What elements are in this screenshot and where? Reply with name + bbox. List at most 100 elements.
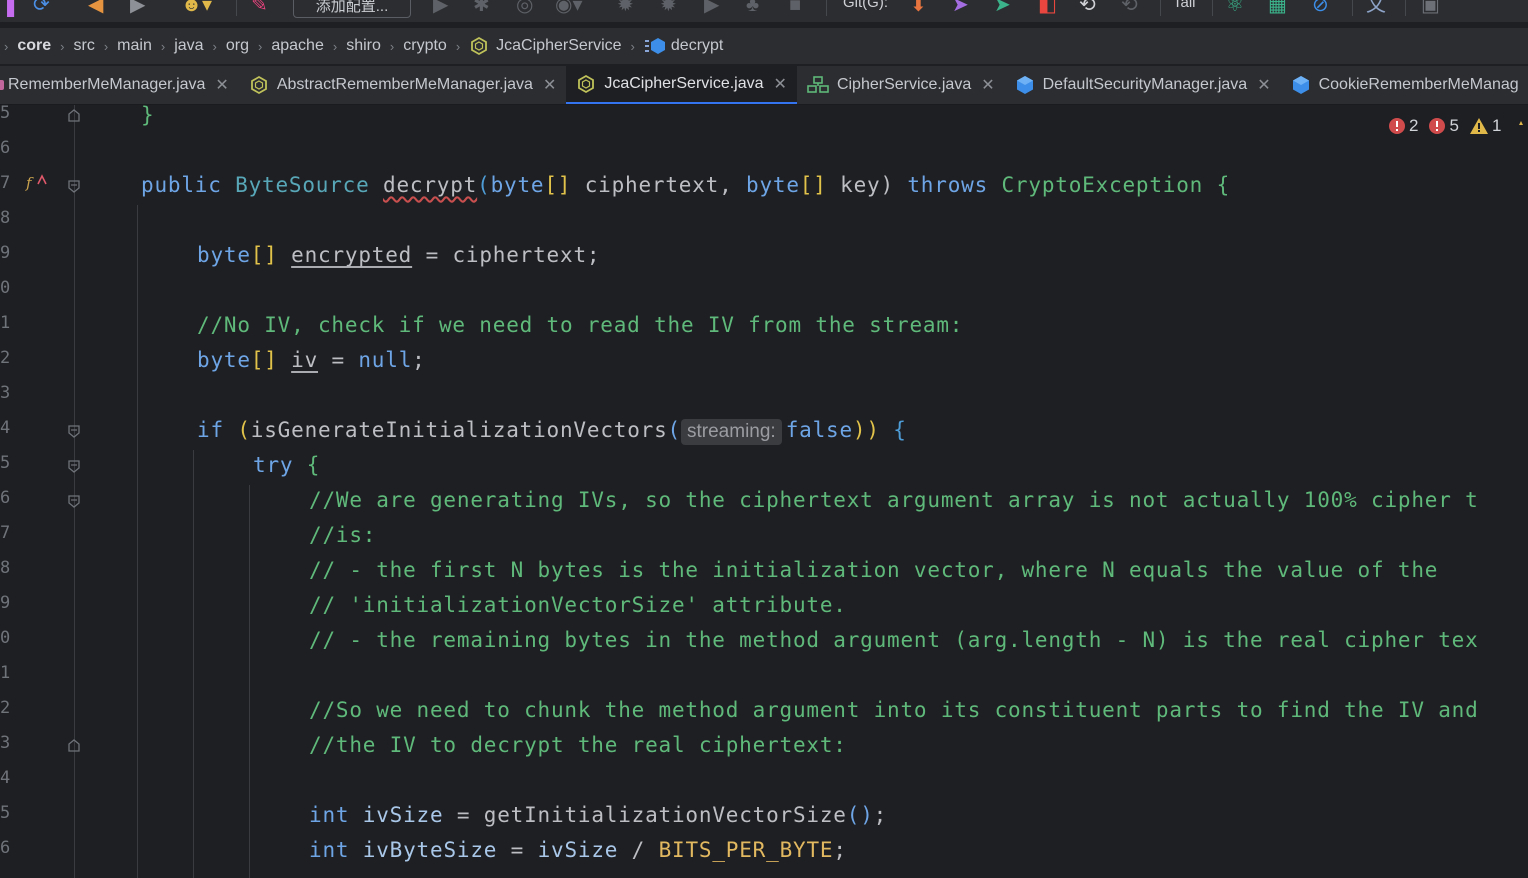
close-icon[interactable]: ✕: [215, 75, 228, 95]
breadcrumb-item-org[interactable]: org: [226, 37, 249, 55]
class-icon: [1015, 75, 1035, 95]
code-line-10: if (isGenerateInitializationVectors(stre…: [197, 415, 907, 445]
chevron-right-icon: ›: [332, 38, 338, 54]
tab-remembermemanager[interactable]: RememberMeManager.java ✕: [0, 66, 239, 104]
error-count-b[interactable]: 5: [1428, 116, 1459, 136]
inspection-widget[interactable]: 2 5 1: [1388, 116, 1524, 136]
chevron-right-icon: ›: [212, 38, 217, 54]
code-editor[interactable]: 5 6 7 8 9 0 1 2 3 4 5 6 7 8 9 0 1 2 3 4 5 6 ƒ } public ByteSo…: [0, 105, 1528, 878]
tab-label: CookieRememberMeManag: [1318, 76, 1519, 93]
line-number: 1: [0, 663, 11, 683]
line-number: 0: [0, 278, 11, 298]
chevron-right-icon: ›: [160, 38, 166, 54]
breadcrumb-item-apache[interactable]: apache: [271, 37, 324, 55]
tab-label: AbstractRememberMeManager.java: [276, 76, 533, 93]
line-number: 3: [0, 733, 11, 753]
tab-cookieremembermemanager[interactable]: CookieRememberMeManag: [1281, 66, 1528, 104]
translate-icon[interactable]: 文: [1366, 0, 1386, 18]
warning-icon: [1469, 118, 1488, 134]
editor-tabs: RememberMeManager.java ✕ AbstractRemembe…: [0, 66, 1528, 105]
method-icon: [644, 38, 665, 54]
git-update-icon[interactable]: ⬇: [910, 0, 927, 18]
code-line-5: byte[] encrypted = ciphertext;: [197, 243, 601, 267]
code-line-14: // - the first N bytes is the initializa…: [309, 558, 1439, 582]
debug-icon[interactable]: ✱: [473, 0, 490, 18]
close-icon[interactable]: ✕: [543, 75, 556, 95]
fold-marker-icon[interactable]: [67, 424, 81, 438]
fold-marker-icon[interactable]: [67, 109, 81, 123]
fold-marker-icon[interactable]: [67, 179, 81, 193]
forward-arrow-icon[interactable]: ▶: [130, 0, 145, 18]
attach-debugger-icon[interactable]: ✹: [617, 0, 634, 18]
line-number: 4: [0, 768, 11, 788]
layout-icon[interactable]: ▣: [1421, 0, 1440, 18]
close-icon[interactable]: ✕: [981, 75, 994, 95]
twitter-icon[interactable]: ♣: [746, 0, 759, 18]
chevron-right-icon: ›: [455, 38, 461, 54]
breadcrumb-item-method[interactable]: decrypt: [644, 37, 723, 55]
breadcrumb-item-crypto[interactable]: crypto: [403, 37, 447, 55]
breadcrumb-item-class[interactable]: JcaCipherService: [469, 36, 622, 56]
git-commit-icon[interactable]: ➤: [952, 0, 969, 18]
tab-abstractremembermemanager[interactable]: AbstractRememberMeManager.java ✕: [239, 66, 567, 104]
line-number: 7: [0, 523, 11, 543]
remote-debug-icon[interactable]: ✹: [660, 0, 677, 18]
line-number: 6: [0, 838, 11, 858]
close-icon[interactable]: ✕: [774, 74, 787, 94]
line-number: 5: [0, 105, 11, 123]
fold-marker-icon[interactable]: [67, 459, 81, 473]
stop-icon[interactable]: ■: [789, 0, 801, 18]
git-label: Git(G):: [843, 0, 888, 11]
parameter-hint: streaming:: [681, 419, 782, 445]
git-compare-icon[interactable]: ◧: [1038, 0, 1057, 18]
breadcrumb-item-core[interactable]: core: [17, 37, 51, 55]
user-icon[interactable]: ☻▾: [181, 0, 212, 18]
chevron-right-icon: ›: [60, 38, 65, 54]
back-arrow-icon[interactable]: ◀: [88, 0, 103, 18]
hammer-icon[interactable]: ✎: [251, 0, 268, 18]
run-configuration-label: 添加配置...: [315, 0, 389, 15]
indent-guide: [249, 485, 250, 878]
line-number: 5: [0, 803, 11, 823]
breadcrumb-item-main[interactable]: main: [117, 37, 152, 55]
fold-marker-icon[interactable]: [67, 739, 81, 753]
chevron-right-icon: ›: [258, 38, 263, 54]
chevron-right-icon: ›: [103, 38, 109, 54]
run-tests-icon[interactable]: ▶: [704, 0, 719, 18]
coverage-icon[interactable]: ◎: [516, 0, 533, 18]
no-entry-icon[interactable]: ⊘: [1312, 0, 1329, 18]
weak-warning-icon: [1519, 121, 1524, 125]
tab-label: RememberMeManager.java: [8, 76, 206, 93]
sync-icon[interactable]: ⟳: [33, 0, 50, 18]
run-configuration-selector[interactable]: 添加配置...: [293, 0, 411, 18]
main-toolbar: ▐ ⟳ ◀ ▶ ☻▾ ✎ 添加配置... ▶ ✱ ◎ ◉▾ ✹ ✹ ▶ ♣ ■ …: [0, 0, 1528, 22]
line-number: 4: [0, 418, 11, 438]
breadcrumb-item-src[interactable]: src: [73, 37, 94, 55]
bookmark-icon[interactable]: ▐: [0, 0, 14, 18]
tab-defaultsecuritymanager[interactable]: DefaultSecurityManager.java ✕: [1005, 66, 1281, 104]
close-icon[interactable]: ✕: [1257, 75, 1270, 95]
line-number: 7: [0, 173, 11, 193]
tab-cipherservice[interactable]: CipherService.java ✕: [797, 66, 1005, 104]
error-count-a[interactable]: 2: [1388, 116, 1418, 136]
rollback-icon[interactable]: ⟲: [1121, 0, 1138, 18]
code-line-13: //is:: [309, 523, 377, 547]
run-icon[interactable]: ▶: [433, 0, 448, 18]
warning-count[interactable]: 1: [1469, 116, 1501, 136]
chevron-right-icon: ›: [4, 38, 9, 54]
line-number: 9: [0, 243, 11, 263]
plugin-icon[interactable]: ⚛: [1226, 0, 1244, 18]
breadcrumb-item-java[interactable]: java: [174, 37, 203, 55]
code-line-21: int ivSize = getInitializationVectorSize…: [309, 803, 888, 827]
breadcrumb-method-label: decrypt: [670, 37, 724, 54]
chart-icon[interactable]: ▦: [1268, 0, 1287, 18]
history-icon[interactable]: ⟲: [1079, 0, 1096, 18]
breadcrumb-item-shiro[interactable]: shiro: [346, 37, 381, 55]
override-method-icon[interactable]: ƒ: [25, 172, 47, 194]
fold-marker-icon[interactable]: [67, 494, 81, 508]
tab-jcacipherservice[interactable]: JcaCipherService.java ✕: [566, 66, 797, 104]
abstract-class-icon: [471, 36, 488, 56]
profile-icon[interactable]: ◉▾: [555, 0, 583, 18]
git-push-icon[interactable]: ➤: [994, 0, 1011, 18]
code-line-11: try {: [253, 453, 321, 477]
